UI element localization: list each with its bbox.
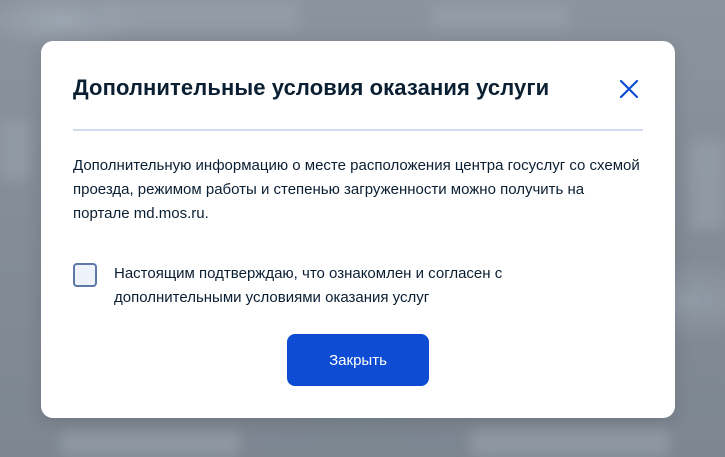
dialog-title: Дополнительные условия оказания услуги — [73, 75, 550, 100]
conditions-dialog: Дополнительные условия оказания услуги Д… — [41, 41, 675, 418]
agreement-checkbox-row[interactable]: Настоящим подтверждаю, что ознакомлен и … — [73, 262, 643, 312]
agreement-checkbox[interactable] — [73, 263, 97, 287]
info-text: Дополнительную информацию о месте распол… — [73, 157, 640, 222]
close-button[interactable]: Закрыть — [287, 334, 429, 386]
agreement-checkbox-label[interactable]: Настоящим подтверждаю, что ознакомлен и … — [114, 262, 594, 310]
close-icon[interactable] — [617, 77, 641, 101]
title-divider — [73, 129, 643, 131]
